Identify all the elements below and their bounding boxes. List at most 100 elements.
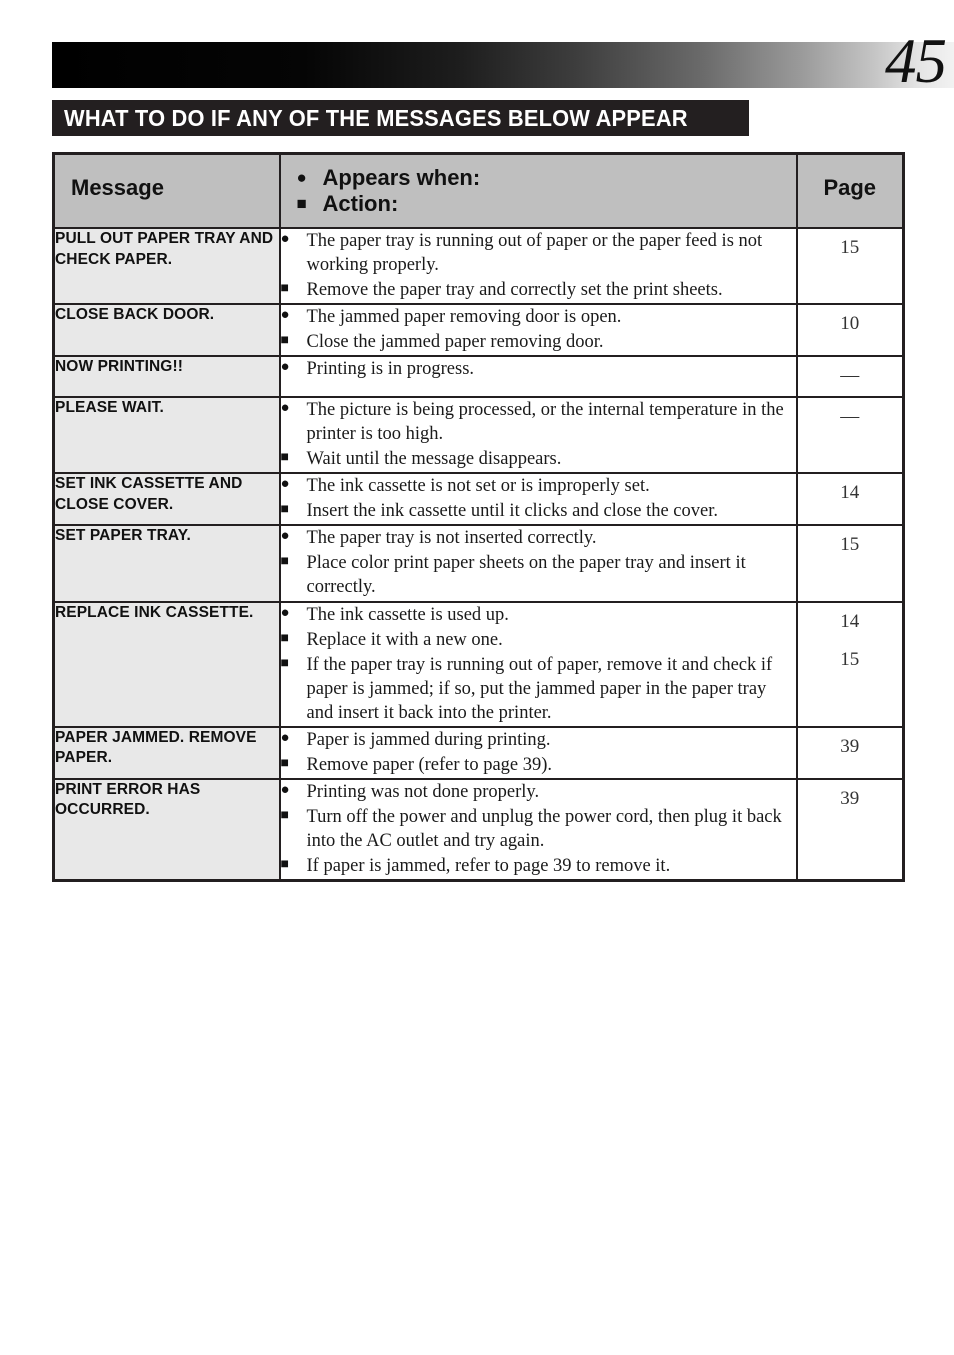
table-row: REPLACE INK CASSETTE. ● The ink cassette i… bbox=[52, 600, 905, 728]
table-row: CLOSE BACK DOOR. ● The jammed paper removi… bbox=[52, 303, 905, 358]
square-marker-icon: ■ bbox=[296, 194, 307, 214]
circle-marker-icon: ● bbox=[296, 168, 307, 188]
messages-table: Message ● Appears when: ■ Action: Page P… bbox=[52, 152, 905, 883]
action-list-item: ■ Turn off the power and unplug the power… bbox=[281, 805, 796, 853]
action-list-item: ■ Wait until the message disappears. bbox=[281, 447, 796, 471]
page-reference: 39 bbox=[840, 735, 860, 757]
circle-marker-icon: ● bbox=[280, 400, 290, 417]
action-list-item: ■ Remove the paper tray and correctly set… bbox=[281, 278, 796, 302]
action-list: ● The paper tray is running out of paper … bbox=[281, 229, 796, 302]
column-header-page: Page bbox=[795, 152, 905, 229]
table-row: PULL OUT PAPER TRAY AND CHECK PAPER. ● The… bbox=[52, 226, 905, 306]
action-list: ● Printing was not done properly. ■ Turn of… bbox=[281, 780, 796, 878]
action-item-text: Insert the ink cassette until it clicks … bbox=[306, 501, 719, 522]
page-number-stack: 39 bbox=[798, 780, 903, 819]
message-cell: SET INK CASSETTE AND CLOSE COVER. bbox=[52, 472, 281, 527]
page-reference: 14 bbox=[840, 610, 860, 632]
action-list-item: ● The paper tray is not inserted correctl… bbox=[281, 526, 796, 550]
table-body: PULL OUT PAPER TRAY AND CHECK PAPER. ● The… bbox=[52, 226, 905, 882]
action-list-item: ■ Close the jammed paper removing door. bbox=[281, 330, 796, 354]
action-cell: ● Printing was not done properly. ■ Turn of… bbox=[278, 777, 798, 882]
message-cell: NOW PRINTING!! bbox=[52, 355, 281, 399]
circle-marker-icon: ● bbox=[280, 307, 290, 324]
action-list: ● The paper tray is not inserted correctl… bbox=[281, 526, 796, 599]
column-header-message: Message bbox=[52, 152, 281, 229]
message-cell: CLOSE BACK DOOR. bbox=[52, 303, 281, 358]
page-reference: 10 bbox=[840, 313, 860, 335]
page-cell: 39 bbox=[795, 725, 905, 780]
page-number: 45 bbox=[885, 26, 947, 96]
page-reference: 15 bbox=[840, 237, 860, 258]
action-list-item: ■ Remove paper (refer to page 39). bbox=[281, 753, 796, 777]
page-number-stack: — bbox=[798, 357, 903, 396]
circle-marker-icon: ● bbox=[280, 604, 290, 621]
table-row: PLEASE WAIT. ● The picture is being proces… bbox=[52, 396, 905, 475]
action-list: ● The picture is being processed, or the … bbox=[281, 398, 796, 471]
message-cell: REPLACE INK CASSETTE. bbox=[52, 600, 281, 728]
square-marker-icon: ■ bbox=[280, 281, 289, 297]
action-cell: ● The paper tray is running out of paper … bbox=[278, 226, 798, 306]
action-list-item: ● The picture is being processed, or the … bbox=[281, 398, 796, 446]
message-cell: PLEASE WAIT. bbox=[52, 396, 281, 475]
column-header-page-label: Page bbox=[823, 175, 877, 200]
action-cell: ● The ink cassette is used up. ■ Replace it… bbox=[278, 600, 798, 728]
square-marker-icon: ■ bbox=[280, 630, 289, 646]
square-marker-icon: ■ bbox=[280, 554, 289, 570]
section-title-bar: WHAT TO DO IF ANY OF THE MESSAGES BELOW … bbox=[52, 100, 749, 136]
action-list-item: ● Paper is jammed during printing. bbox=[281, 728, 796, 752]
action-list-item: ■ Insert the ink cassette until it clicks… bbox=[281, 499, 796, 523]
action-item-text: If paper is jammed, refer to page 39 to … bbox=[306, 855, 671, 876]
message-cell: SET PAPER TRAY. bbox=[52, 524, 281, 603]
page-number-stack: 14 bbox=[798, 474, 903, 513]
action-list-item: ● The jammed paper removing door is open. bbox=[281, 305, 796, 329]
action-cell: ● The jammed paper removing door is open.… bbox=[278, 303, 798, 358]
gradient-bar bbox=[52, 42, 954, 88]
action-cell: ● Printing is in progress. bbox=[278, 355, 798, 399]
table-row: SET INK CASSETTE AND CLOSE COVER. ● The in… bbox=[52, 472, 905, 527]
page-number-stack: 15 bbox=[798, 526, 903, 565]
page-number-stack: 10 bbox=[798, 305, 903, 344]
table-row: NOW PRINTING!! ● Printing is in progress. — bbox=[52, 355, 905, 399]
page-number-stack: 15 bbox=[798, 229, 903, 268]
action-list: ● Printing is in progress. bbox=[281, 357, 796, 381]
page-number-stack: 14 15 bbox=[798, 603, 903, 681]
square-marker-icon: ■ bbox=[280, 856, 289, 872]
circle-marker-icon: ● bbox=[280, 231, 290, 247]
column-header-appears-action: ● Appears when: ■ Action: bbox=[278, 152, 798, 229]
action-item-text: Wait until the message disappears. bbox=[306, 449, 562, 470]
action-item-text: The picture is being processed, or the i… bbox=[306, 400, 784, 445]
action-cell: ● The paper tray is not inserted correctl… bbox=[278, 524, 798, 603]
page-banner: 45 bbox=[0, 30, 954, 93]
page-cell: 14 15 bbox=[795, 600, 905, 728]
page-number-stack: 39 bbox=[798, 728, 903, 767]
square-marker-icon: ■ bbox=[280, 807, 289, 823]
action-list: ● Paper is jammed during printing. ■ Remove… bbox=[281, 728, 796, 777]
action-cell: ● The ink cassette is not set or is impro… bbox=[278, 472, 798, 527]
action-item-text: The paper tray is not inserted correctly… bbox=[306, 528, 597, 549]
page-reference: 14 bbox=[840, 482, 860, 504]
page-cell: 15 bbox=[795, 226, 905, 306]
action-list-item: ■ Replace it with a new one. bbox=[281, 628, 796, 652]
action-item-text: The ink cassette is used up. bbox=[306, 604, 509, 625]
square-marker-icon: ■ bbox=[280, 502, 289, 518]
action-list-item: ● Printing was not done properly. bbox=[281, 780, 796, 804]
action-list-item: ● The paper tray is running out of paper … bbox=[281, 229, 796, 277]
action-item-text: Close the jammed paper removing door. bbox=[306, 332, 604, 353]
action-list-item: ● The ink cassette is not set or is impro… bbox=[281, 474, 796, 498]
page-reference: 15 bbox=[840, 649, 860, 671]
square-marker-icon: ■ bbox=[280, 655, 289, 671]
circle-marker-icon: ● bbox=[280, 781, 290, 798]
action-list: ● The ink cassette is not set or is impro… bbox=[281, 474, 796, 523]
page-cell: — bbox=[795, 396, 905, 475]
page-number-stack: — bbox=[798, 398, 903, 437]
action-list-item: ■ Place color print paper sheets on the p… bbox=[281, 551, 796, 599]
circle-marker-icon: ● bbox=[280, 528, 290, 545]
page-cell: 39 bbox=[795, 777, 905, 882]
page-reference: 39 bbox=[840, 787, 860, 809]
square-marker-icon: ■ bbox=[280, 450, 289, 466]
action-item-text: The paper tray is running out of paper o… bbox=[306, 231, 763, 276]
action-list: ● The ink cassette is used up. ■ Replace it… bbox=[281, 603, 796, 725]
action-item-text: Remove the paper tray and correctly set … bbox=[306, 280, 723, 301]
action-list-item: ■ If the paper tray is running out of pap… bbox=[281, 653, 796, 725]
table-header-row: Message ● Appears when: ■ Action: Page bbox=[52, 152, 905, 229]
